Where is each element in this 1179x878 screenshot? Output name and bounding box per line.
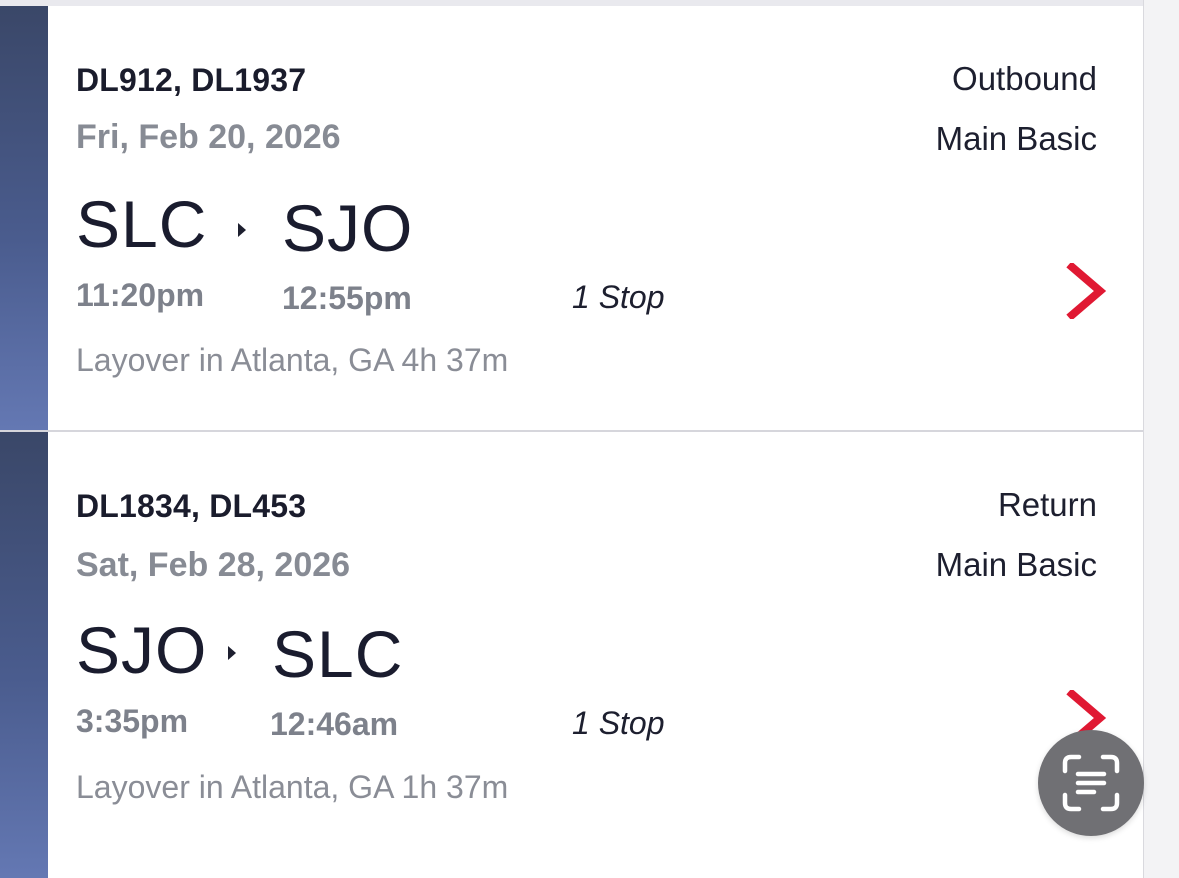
origin-code: SLC bbox=[76, 187, 208, 261]
flight-date: Sat, Feb 28, 2026 bbox=[76, 546, 351, 584]
stops-count: 1 Stop bbox=[572, 279, 665, 315]
layover-info: Layover in Atlanta, GA 4h 37m bbox=[76, 342, 509, 378]
arrive-time: 12:55pm bbox=[282, 280, 412, 316]
chevron-right-icon[interactable] bbox=[1064, 263, 1108, 319]
flight-numbers: DL912, DL1937 bbox=[76, 62, 307, 98]
depart-time: 11:20pm bbox=[76, 277, 205, 313]
triangle-right-icon bbox=[228, 646, 236, 660]
arrive-time: 12:46am bbox=[270, 706, 399, 742]
right-edge-panel bbox=[1143, 0, 1179, 878]
trip-card-outbound[interactable]: DL912, DL1937 Fri, Feb 20, 2026 Outbound… bbox=[0, 6, 1143, 432]
flight-numbers: DL1834, DL453 bbox=[76, 488, 307, 524]
depart-time: 3:35pm bbox=[76, 703, 189, 739]
text-scan-icon bbox=[1062, 754, 1120, 812]
text-scan-button[interactable] bbox=[1038, 730, 1144, 836]
trip-direction: Outbound bbox=[952, 60, 1097, 97]
card-accent-bar bbox=[0, 6, 48, 430]
fare-class: Main Basic bbox=[935, 546, 1097, 583]
flight-date: Fri, Feb 20, 2026 bbox=[76, 118, 341, 156]
origin-code: SJO bbox=[76, 613, 208, 687]
trip-card-return[interactable]: DL1834, DL453 Sat, Feb 28, 2026 Return M… bbox=[0, 432, 1143, 878]
trip-direction: Return bbox=[997, 486, 1097, 523]
triangle-right-icon bbox=[238, 223, 246, 237]
destination-code: SJO bbox=[282, 191, 414, 265]
stops-count: 1 Stop bbox=[572, 705, 665, 741]
layover-info: Layover in Atlanta, GA 1h 37m bbox=[76, 769, 509, 805]
card-accent-bar bbox=[0, 432, 48, 878]
fare-class: Main Basic bbox=[935, 120, 1097, 157]
destination-code: SLC bbox=[272, 617, 404, 691]
